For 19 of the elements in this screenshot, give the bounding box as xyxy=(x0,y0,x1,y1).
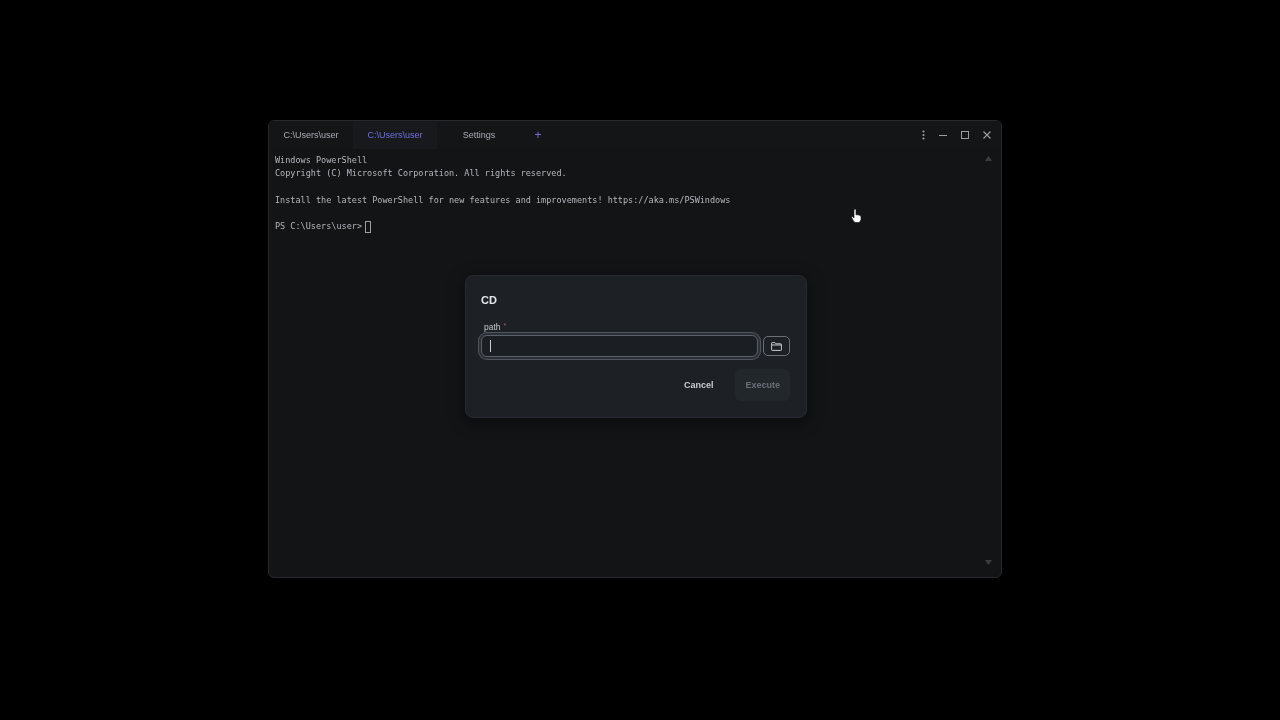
folder-icon xyxy=(771,341,782,351)
cancel-button[interactable]: Cancel xyxy=(673,369,724,401)
more-options-icon[interactable] xyxy=(922,130,925,140)
path-input-field[interactable] xyxy=(481,335,758,357)
terminal-line: Windows PowerShell xyxy=(275,154,368,167)
terminal-line: Copyright (C) Microsoft Corporation. All rights reserved. xyxy=(275,167,567,181)
close-icon[interactable] xyxy=(983,131,991,139)
terminal-prompt: PS C:\Users\user> xyxy=(275,220,362,234)
field-label: path xyxy=(484,322,501,332)
tab[interactable]: C:\Users\user xyxy=(353,121,437,149)
maximize-icon[interactable] xyxy=(961,131,969,139)
dialog-title: CD xyxy=(481,294,497,306)
text-caret-icon xyxy=(490,340,491,352)
browse-button[interactable] xyxy=(763,336,790,356)
new-tab-button[interactable]: + xyxy=(527,121,549,149)
text-cursor-icon xyxy=(365,221,371,234)
minimize-icon[interactable] xyxy=(939,134,947,136)
pointer-cursor-icon xyxy=(851,209,862,223)
terminal-line: Install the latest PowerShell for new features and improvements! https://aka.ms/PSWindows xyxy=(275,193,731,207)
